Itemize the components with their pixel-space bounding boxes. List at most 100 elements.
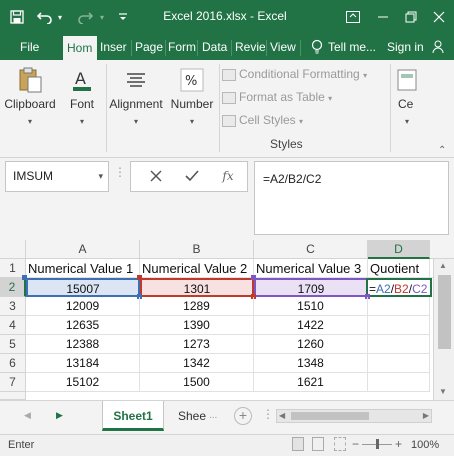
lightbulb-icon[interactable] <box>311 34 325 60</box>
tab-page-layout[interactable]: Page <box>135 34 164 60</box>
zoom-level[interactable]: 100% <box>411 439 439 451</box>
tell-me-search[interactable]: Tell me... <box>328 34 378 60</box>
sheet-tab-sheet1[interactable]: Sheet1 <box>102 401 164 431</box>
scroll-down-icon[interactable]: ▼ <box>439 387 447 396</box>
tab-data[interactable]: Data <box>202 34 230 60</box>
tab-file[interactable]: File <box>20 34 39 60</box>
share-icon[interactable] <box>432 34 448 60</box>
cell-a7[interactable]: 15102 <box>26 373 140 392</box>
undo-icon[interactable] <box>34 6 56 28</box>
minimize-icon[interactable] <box>372 6 394 28</box>
cell-a5[interactable]: 12388 <box>26 335 140 354</box>
alignment-icon <box>127 73 145 87</box>
horizontal-scrollbar[interactable]: ◀ ▶ <box>276 409 432 423</box>
undo-dropdown-icon[interactable]: ▾ <box>54 6 66 28</box>
scroll-sheets-left-icon[interactable]: ◀ <box>24 410 31 421</box>
insert-function-icon[interactable]: fx <box>213 162 243 191</box>
range-handle-c[interactable] <box>251 275 256 280</box>
row-header-4[interactable]: 4 <box>0 316 26 335</box>
cell-c1[interactable]: Numerical Value 3 <box>254 259 368 278</box>
page-break-view-icon[interactable] <box>334 437 346 451</box>
cell-d3[interactable] <box>368 297 430 316</box>
more-sheets-icon[interactable]: ... <box>209 410 217 421</box>
save-icon[interactable] <box>6 6 28 28</box>
styles-group-label: Styles <box>270 137 303 151</box>
tab-insert[interactable]: Inser <box>100 34 130 60</box>
horizontal-scrollbar-thumb[interactable] <box>291 412 369 420</box>
title-bar: ▾ ▾ Excel 2016.xlsx - Excel <box>0 0 454 34</box>
cells-label: Ce <box>398 97 414 111</box>
cell-b1[interactable]: Numerical Value 2 <box>140 259 254 278</box>
name-box[interactable]: IMSUM ▾ <box>5 161 109 192</box>
font-group[interactable]: A Font ▾ <box>60 60 104 158</box>
vertical-scrollbar[interactable]: ▲ ▼ <box>433 259 454 400</box>
range-handle-a[interactable] <box>22 275 27 280</box>
restore-icon[interactable] <box>400 6 422 28</box>
clipboard-group[interactable]: Clipboard ▾ <box>0 60 60 158</box>
zoom-out-icon[interactable]: − <box>352 437 359 451</box>
cell-c5[interactable]: 1260 <box>254 335 368 354</box>
range-handle-b[interactable] <box>137 275 142 280</box>
sheet-tab-sheet2[interactable]: Shee <box>178 401 208 431</box>
cells-group[interactable]: Ce ▾ <box>392 60 422 158</box>
row-header-6[interactable]: 6 <box>0 354 26 373</box>
sign-in-link[interactable]: Sign in <box>387 34 427 60</box>
cell-a6[interactable]: 13184 <box>26 354 140 373</box>
scroll-sheets-right-icon[interactable]: ▶ <box>56 410 63 421</box>
add-sheet-icon[interactable]: + <box>234 407 252 425</box>
ribbon: Clipboard ▾ A Font ▾ Alignment ▾ % Numbe… <box>0 60 454 158</box>
cell-a3[interactable]: 12009 <box>26 297 140 316</box>
row-header-5[interactable]: 5 <box>0 335 26 354</box>
cell-b5[interactable]: 1273 <box>140 335 254 354</box>
cell-b4[interactable]: 1390 <box>140 316 254 335</box>
tab-review[interactable]: Revie <box>235 34 265 60</box>
scroll-right-icon[interactable]: ▶ <box>423 411 429 420</box>
select-all-corner[interactable] <box>0 240 26 259</box>
check-icon[interactable] <box>177 162 207 191</box>
cell-c2[interactable]: 1709 <box>254 278 368 297</box>
zoom-slider-thumb[interactable] <box>376 439 379 449</box>
chevron-down-icon: ▾ <box>299 117 304 126</box>
cell-a2[interactable]: 15007 <box>26 278 140 297</box>
cell-a1[interactable]: Numerical Value 1 <box>26 259 140 278</box>
tab-view[interactable]: View <box>270 34 298 60</box>
cell-b6[interactable]: 1342 <box>140 354 254 373</box>
cell-d1[interactable]: Quotient <box>368 259 430 278</box>
ribbon-display-options-icon[interactable] <box>342 6 364 28</box>
formula-input[interactable]: =A2/B2/C2 <box>254 161 449 235</box>
column-header-d[interactable]: D <box>368 240 430 259</box>
normal-view-icon[interactable] <box>292 437 304 451</box>
column-header-b[interactable]: B <box>140 240 254 259</box>
close-window-icon[interactable] <box>428 6 450 28</box>
page-layout-view-icon[interactable] <box>312 437 324 451</box>
row-header-7[interactable]: 7 <box>0 373 26 392</box>
close-icon[interactable] <box>141 162 171 191</box>
number-group[interactable]: % Number ▾ <box>168 60 216 158</box>
scroll-left-icon[interactable]: ◀ <box>279 411 285 420</box>
cell-d7[interactable] <box>368 373 430 392</box>
tab-formulas[interactable]: Form <box>168 34 196 60</box>
column-header-a[interactable]: A <box>26 240 140 259</box>
row-header-3[interactable]: 3 <box>0 297 26 316</box>
cell-d2-active[interactable]: =A2/B2/C2 <box>366 278 432 297</box>
zoom-in-icon[interactable]: + <box>395 437 402 451</box>
cell-a4[interactable]: 12635 <box>26 316 140 335</box>
cell-d4[interactable] <box>368 316 430 335</box>
cell-c4[interactable]: 1422 <box>254 316 368 335</box>
collapse-ribbon-icon[interactable]: ⌃ <box>438 145 446 156</box>
column-header-c[interactable]: C <box>254 240 368 259</box>
row-header-2[interactable]: 2 <box>0 278 26 297</box>
cell-d6[interactable] <box>368 354 430 373</box>
cell-b3[interactable]: 1289 <box>140 297 254 316</box>
cell-d5[interactable] <box>368 335 430 354</box>
tab-home[interactable]: Hom <box>63 36 97 60</box>
cell-c6[interactable]: 1348 <box>254 354 368 373</box>
chevron-down-icon[interactable]: ▾ <box>98 162 103 191</box>
cell-b2[interactable]: 1301 <box>140 278 254 297</box>
cell-c3[interactable]: 1510 <box>254 297 368 316</box>
scrollbar-thumb[interactable] <box>438 275 451 349</box>
alignment-group[interactable]: Alignment ▾ <box>106 60 166 158</box>
cell-c7[interactable]: 1621 <box>254 373 368 392</box>
cell-b7[interactable]: 1500 <box>140 373 254 392</box>
scroll-up-icon[interactable]: ▲ <box>439 261 447 270</box>
